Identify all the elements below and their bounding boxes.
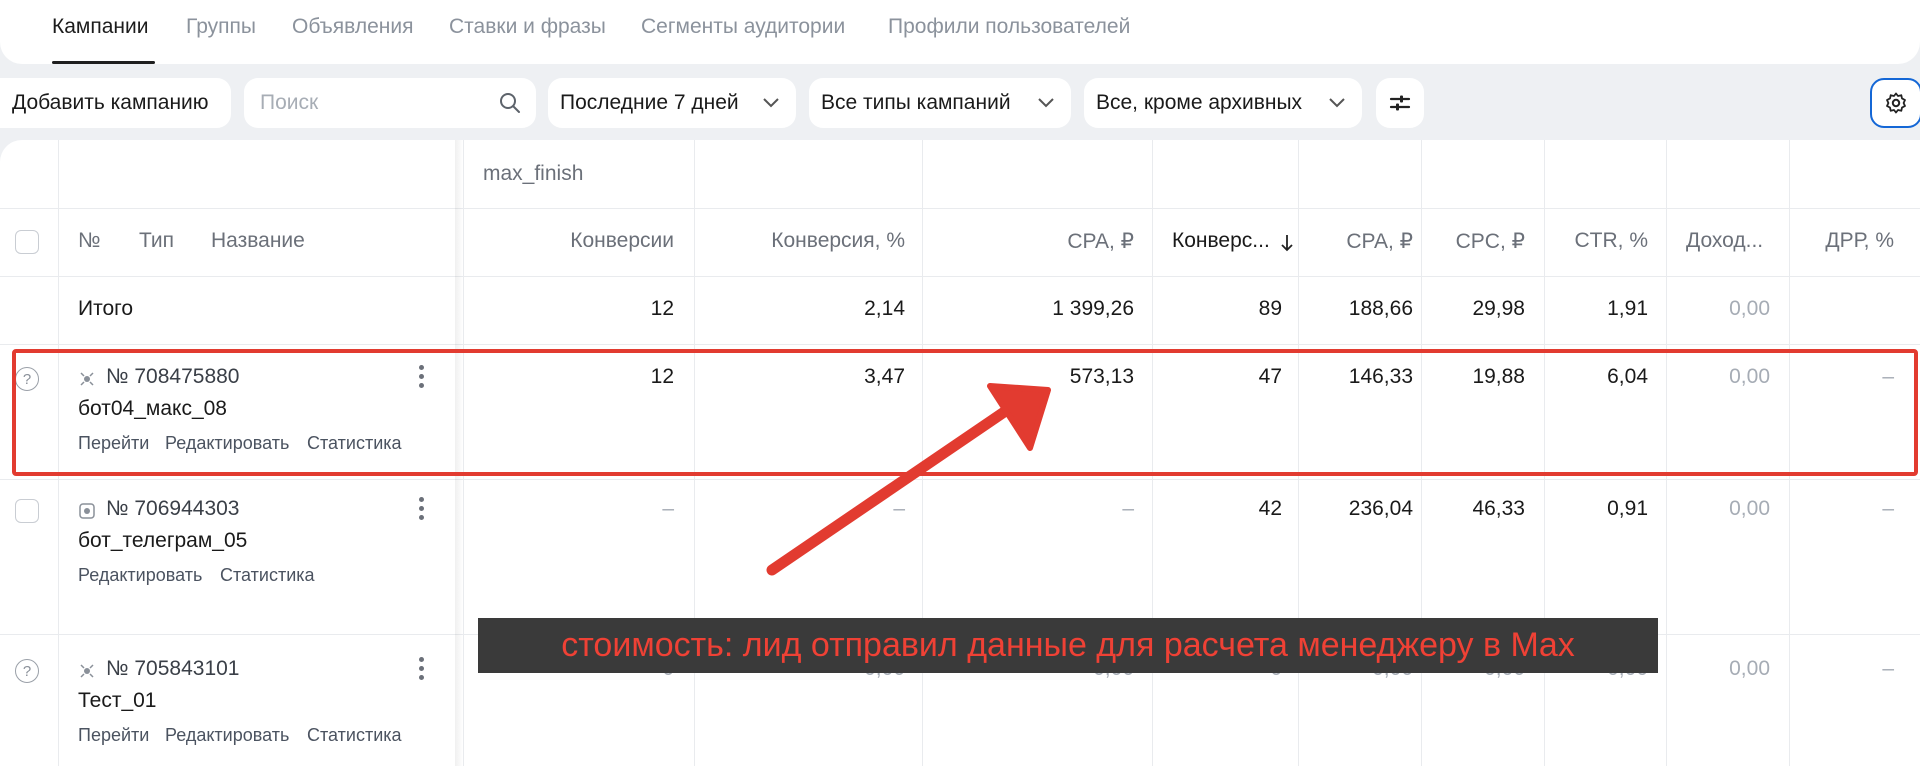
row1-cpc: 19,88 [1472,365,1525,388]
totals-cpc: 29,98 [1472,297,1525,320]
col-header-cpc[interactable]: CPC, ₽ [1456,229,1525,254]
chevron-down-icon [763,98,779,108]
campaign-types-label: Все типы кампаний [821,91,1011,114]
active-tab-indicator [52,61,155,64]
totals-cpa: 1 399,26 [1052,297,1134,320]
row1-conversion-pct: 3,47 [864,365,905,388]
row1-income: 0,00 [1729,365,1770,388]
question-icon[interactable]: ? [15,367,39,391]
sliders-icon [1389,95,1411,111]
tab-audience-segments[interactable]: Сегменты аудитории [641,15,845,39]
chevron-down-icon [1038,98,1054,108]
row3-income: 0,00 [1729,657,1770,680]
campaign-id: № 705843101 [106,657,240,680]
tab-groups[interactable]: Группы [186,15,256,39]
edit-link[interactable]: Редактировать [165,725,289,746]
select-all-checkbox[interactable] [15,230,39,254]
col-header-name[interactable]: Название [211,229,305,253]
col-header-conversions[interactable]: Конверсии [570,229,674,253]
settings-button[interactable] [1870,78,1920,128]
edit-link[interactable]: Редактировать [78,565,202,586]
row2-conversion-pct: – [893,497,905,520]
gear-icon [1886,92,1906,114]
totals-conversion-pct: 2,14 [864,297,905,320]
statistics-link[interactable]: Статистика [307,725,402,746]
col-header-cpa-2[interactable]: CPA, ₽ [1346,229,1413,254]
statistics-link[interactable]: Статистика [220,565,315,586]
totals-ctr: 1,91 [1607,297,1648,320]
row2-income: 0,00 [1729,497,1770,520]
search-placeholder: Поиск [260,91,319,114]
row2-cpa-2: 236,04 [1348,497,1413,520]
row2-cpa: – [1122,497,1134,520]
col-header-ctr[interactable]: CTR, % [1575,229,1649,253]
archive-filter-dropdown[interactable]: Все, кроме архивных [1084,78,1362,128]
archive-filter-label: Все, кроме архивных [1096,91,1303,114]
row1-drr: – [1882,365,1894,388]
tab-bids-phrases[interactable]: Ставки и фразы [449,15,606,39]
add-campaign-label: Добавить кампанию [12,91,209,114]
campaign-id: № 706944303 [106,497,240,520]
col-header-num[interactable]: № [78,229,101,253]
row2-conversions: – [662,497,674,520]
chevron-down-icon [1329,98,1345,108]
go-link[interactable]: Перейти [78,725,149,746]
row2-cpc: 46,33 [1472,497,1525,520]
more-menu-icon[interactable] [419,657,425,684]
col-header-type[interactable]: Тип [139,229,174,253]
row1-cpa: 573,13 [1069,365,1134,388]
campaign-name[interactable]: бот_телеграм_05 [78,529,247,553]
row3-drr: – [1882,657,1894,680]
totals-income: 0,00 [1729,297,1770,320]
row1-conversions-sorted: 47 [1258,365,1282,388]
period-dropdown[interactable]: Последние 7 дней [548,78,796,128]
tab-ads[interactable]: Объявления [292,15,413,39]
totals-conversions: 12 [650,297,674,320]
col-header-income[interactable]: Доход... [1686,229,1763,253]
col-header-drr[interactable]: ДРР, % [1825,229,1894,253]
row2-ctr: 0,91 [1607,497,1648,520]
edit-link[interactable]: Редактировать [165,433,289,454]
campaign-type-icon [80,372,94,386]
search-input[interactable]: Поиск [244,78,536,128]
campaign-name[interactable]: бот04_макс_08 [78,397,227,421]
annotation-caption: стоимость: лид отправил данные для расче… [478,618,1658,673]
col-header-cpa[interactable]: CPA, ₽ [1067,229,1134,254]
row1-ctr: 6,04 [1607,365,1648,388]
tab-campaigns[interactable]: Кампании [52,15,148,39]
period-label: Последние 7 дней [560,91,739,114]
col-header-conversions-sorted[interactable]: Конверс... [1172,229,1270,253]
campaign-type-icon [80,664,94,678]
row2-drr: – [1882,497,1894,520]
question-icon[interactable]: ? [15,659,39,683]
more-menu-icon[interactable] [419,497,425,524]
more-menu-icon[interactable] [419,365,425,392]
col-header-conversion-pct[interactable]: Конверсия, % [771,229,905,253]
campaign-id: № 708475880 [106,365,240,388]
tabs-bar: Кампании Группы Объявления Ставки и фраз… [0,0,1920,64]
campaign-name[interactable]: Тест_01 [78,689,156,713]
tab-user-profiles[interactable]: Профили пользователей [888,15,1130,39]
row-checkbox[interactable] [15,499,39,523]
totals-conversions-sorted: 89 [1258,297,1282,320]
row2-conversions-sorted: 42 [1258,497,1282,520]
totals-label: Итого [78,297,134,320]
go-link[interactable]: Перейти [78,433,149,454]
row1-cpa-2: 146,33 [1348,365,1413,388]
totals-cpa-2: 188,66 [1348,297,1413,320]
group-header-max-finish: max_finish [483,162,584,185]
add-campaign-button[interactable]: Добавить кампанию [0,78,231,128]
campaign-types-dropdown[interactable]: Все типы кампаний [809,78,1071,128]
sort-down-arrow-icon [1281,235,1293,252]
filters-button[interactable] [1376,78,1424,128]
campaign-type-icon [79,503,95,519]
search-icon [500,93,520,113]
statistics-link[interactable]: Статистика [307,433,402,454]
row1-conversions: 12 [650,365,674,388]
